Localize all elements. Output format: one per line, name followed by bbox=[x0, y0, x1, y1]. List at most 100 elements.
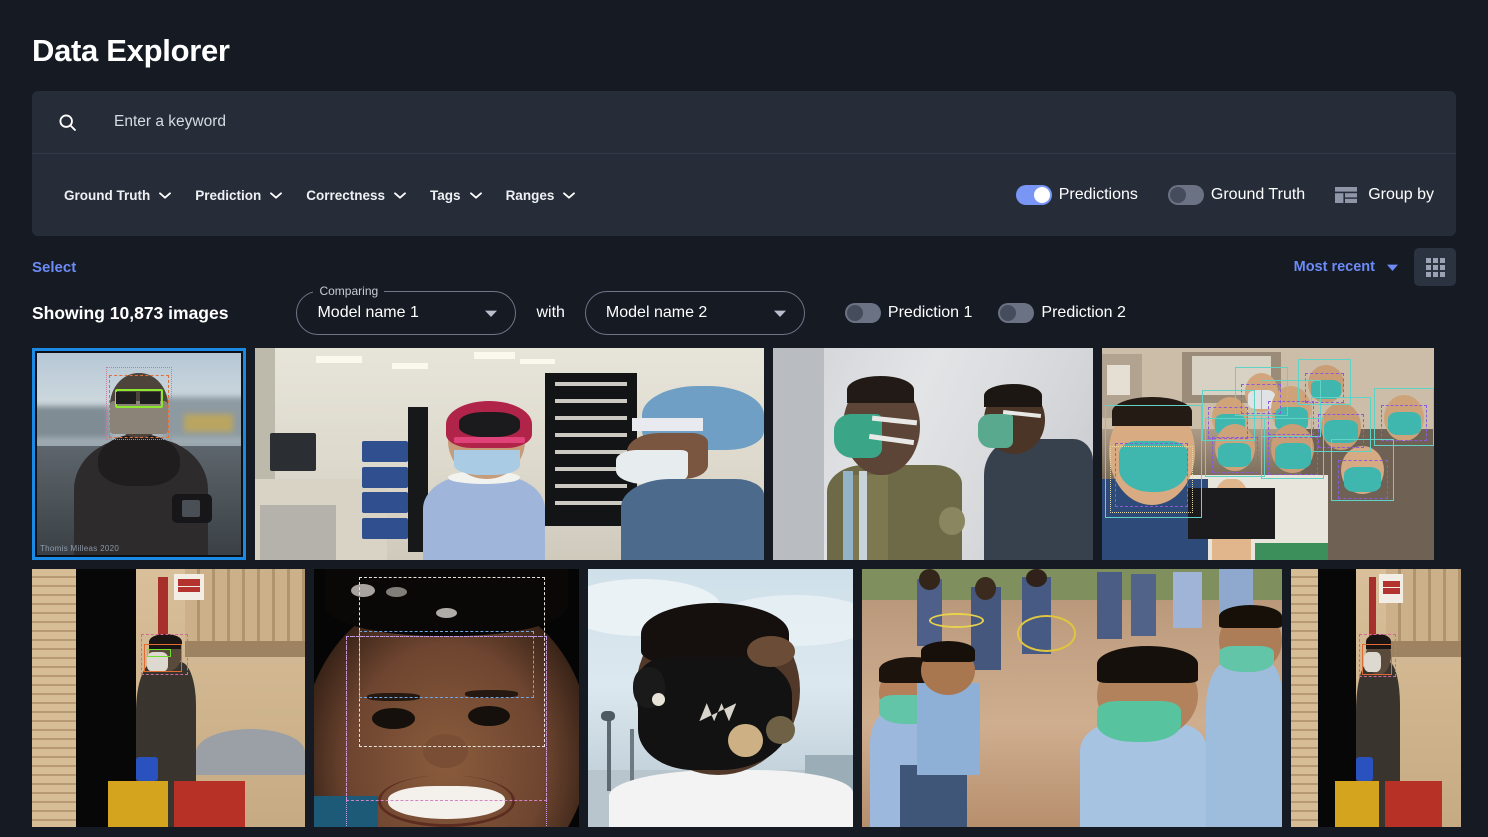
scene-child3-mask bbox=[1097, 700, 1182, 742]
sort-dropdown[interactable]: Most recent bbox=[1294, 259, 1398, 275]
scene-nurse-hairnet bbox=[458, 411, 520, 438]
toggle-predictions-label: Predictions bbox=[1058, 186, 1138, 203]
scene-child3-hair bbox=[1097, 646, 1198, 683]
scene-nose bbox=[422, 734, 468, 768]
scene-hula-hoop bbox=[1017, 615, 1077, 652]
tile-image bbox=[1102, 348, 1434, 560]
image-tile-hospital-staff-masks-ward[interactable] bbox=[255, 348, 764, 560]
scene-green-object bbox=[1254, 543, 1328, 560]
grid-view-button[interactable] bbox=[1414, 248, 1456, 286]
scene-car-left bbox=[37, 405, 111, 438]
scene-earring bbox=[651, 692, 665, 706]
scene-facade-ledge bbox=[184, 641, 305, 657]
scene-person-hair bbox=[1365, 633, 1392, 649]
scene-person-glove bbox=[1355, 757, 1373, 781]
image-tile-person-walking-street-mask[interactable] bbox=[32, 569, 305, 827]
image-tile-smiling-woman-closeup-face[interactable] bbox=[314, 569, 579, 827]
scene-bg-child-uniform bbox=[1130, 574, 1156, 637]
scene-person-mask bbox=[1324, 420, 1358, 444]
image-grid: Thomis Milleas 2020 bbox=[32, 348, 1461, 827]
scene-face-mask bbox=[110, 401, 168, 434]
image-tile-man-sunglasses-mask-street[interactable]: Thomis Milleas 2020 bbox=[32, 348, 246, 560]
scene-sign-text bbox=[178, 587, 200, 593]
prediction-toggle-group: Prediction 1 Prediction 2 bbox=[844, 303, 1126, 323]
filter-correctness[interactable]: Correctness bbox=[294, 182, 418, 209]
scene-red-crate bbox=[173, 780, 245, 827]
toggle-predictions[interactable]: Predictions bbox=[1015, 185, 1138, 205]
display-toggle-group: Predictions Ground Truth Group by bbox=[1015, 185, 1434, 205]
scene-mask-valve bbox=[728, 723, 763, 758]
model-2-select[interactable]: Model name 2 bbox=[584, 291, 805, 335]
search-input[interactable] bbox=[114, 113, 1432, 131]
scene-blue-bin bbox=[361, 466, 408, 488]
scene-lamp-post bbox=[606, 718, 611, 791]
image-tile-soldier-and-man-green-masks[interactable] bbox=[773, 348, 1093, 560]
scene-shelf-row bbox=[555, 500, 627, 505]
scene-ceiling-light bbox=[392, 362, 429, 370]
toggle-prediction-2[interactable]: Prediction 2 bbox=[998, 303, 1126, 323]
scene-person-mask bbox=[1311, 379, 1342, 399]
scene-eyebrow-left bbox=[367, 692, 420, 701]
prediction-2-switch[interactable] bbox=[998, 303, 1035, 323]
scene-bg-child-head bbox=[918, 569, 940, 590]
model-1-select[interactable]: Comparing Model name 1 bbox=[296, 284, 517, 335]
image-watermark: Thomis Milleas 2020 bbox=[40, 544, 120, 553]
scene-man2-hoodie bbox=[984, 439, 1093, 560]
filter-ranges[interactable]: Ranges bbox=[494, 182, 588, 209]
scene-blue-bin bbox=[361, 441, 408, 463]
tile-image bbox=[1291, 569, 1461, 827]
search-bar[interactable] bbox=[32, 91, 1456, 154]
image-tile-man-black-sport-mask-profile[interactable] bbox=[588, 569, 853, 827]
scene-person-hair bbox=[149, 633, 183, 649]
tile-image: Thomis Milleas 2020 bbox=[37, 353, 241, 555]
prediction-1-switch[interactable] bbox=[844, 303, 881, 323]
image-tile-person-walking-street-mask-2[interactable] bbox=[1291, 569, 1461, 827]
image-tile-school-children-masks-playground[interactable] bbox=[862, 569, 1282, 827]
scene-white-tshirt bbox=[609, 770, 853, 827]
chevron-down-icon bbox=[270, 191, 283, 199]
group-by-button[interactable]: Group by bbox=[1335, 186, 1434, 204]
caret-down-icon bbox=[773, 310, 786, 317]
scene-person-mask bbox=[1218, 443, 1252, 467]
scene-laptop bbox=[1188, 487, 1275, 539]
scene-facade-ledge bbox=[1386, 641, 1461, 657]
scene-monitor bbox=[270, 432, 317, 471]
scene-soldier-lanyard bbox=[859, 470, 868, 560]
predictions-switch[interactable] bbox=[1015, 185, 1052, 205]
scene-armband-phone bbox=[181, 500, 201, 517]
scene-bg-child-head bbox=[1025, 569, 1047, 588]
scene-shelf-row bbox=[555, 415, 627, 421]
switch-knob bbox=[1169, 187, 1186, 203]
filter-prediction[interactable]: Prediction bbox=[183, 182, 294, 209]
filter-dropdown-group: Ground Truth Prediction Correctness Tags… bbox=[52, 182, 587, 209]
comparing-label: Comparing bbox=[313, 284, 385, 298]
toggle-prediction-1[interactable]: Prediction 1 bbox=[844, 303, 972, 323]
scene-person-right-body bbox=[621, 479, 764, 560]
tile-image bbox=[773, 348, 1093, 560]
filter-ranges-label: Ranges bbox=[505, 187, 555, 203]
scene-mask-valve bbox=[765, 716, 795, 745]
chevron-down-icon bbox=[563, 191, 576, 199]
ground-truth-switch[interactable] bbox=[1167, 185, 1204, 205]
scene-man2-mask bbox=[977, 413, 1013, 448]
scene-lamp-head bbox=[601, 710, 615, 722]
filter-ground-truth[interactable]: Ground Truth bbox=[52, 182, 183, 209]
scene-sign-text bbox=[1382, 580, 1400, 587]
filter-tags[interactable]: Tags bbox=[418, 182, 494, 209]
scene-brick-wall bbox=[1291, 569, 1319, 827]
scene-shelf-row bbox=[555, 432, 627, 438]
model-2-value: Model name 2 bbox=[605, 304, 708, 321]
scene-grey-object bbox=[195, 728, 305, 776]
select-link[interactable]: Select bbox=[32, 259, 76, 276]
scene-soldier-hair bbox=[846, 375, 914, 404]
switch-knob bbox=[846, 305, 863, 321]
scene-shelf-row bbox=[555, 483, 627, 488]
sort-dropdown-label: Most recent bbox=[1293, 259, 1375, 275]
tile-image bbox=[862, 569, 1282, 827]
toggle-ground-truth[interactable]: Ground Truth bbox=[1167, 185, 1305, 205]
scene-lips bbox=[377, 775, 516, 827]
filter-tags-label: Tags bbox=[430, 187, 461, 203]
scene-shelf-row bbox=[555, 398, 627, 404]
scene-soldier-lanyard bbox=[843, 470, 853, 560]
image-tile-group-selfie-masked-faces[interactable] bbox=[1102, 348, 1434, 560]
